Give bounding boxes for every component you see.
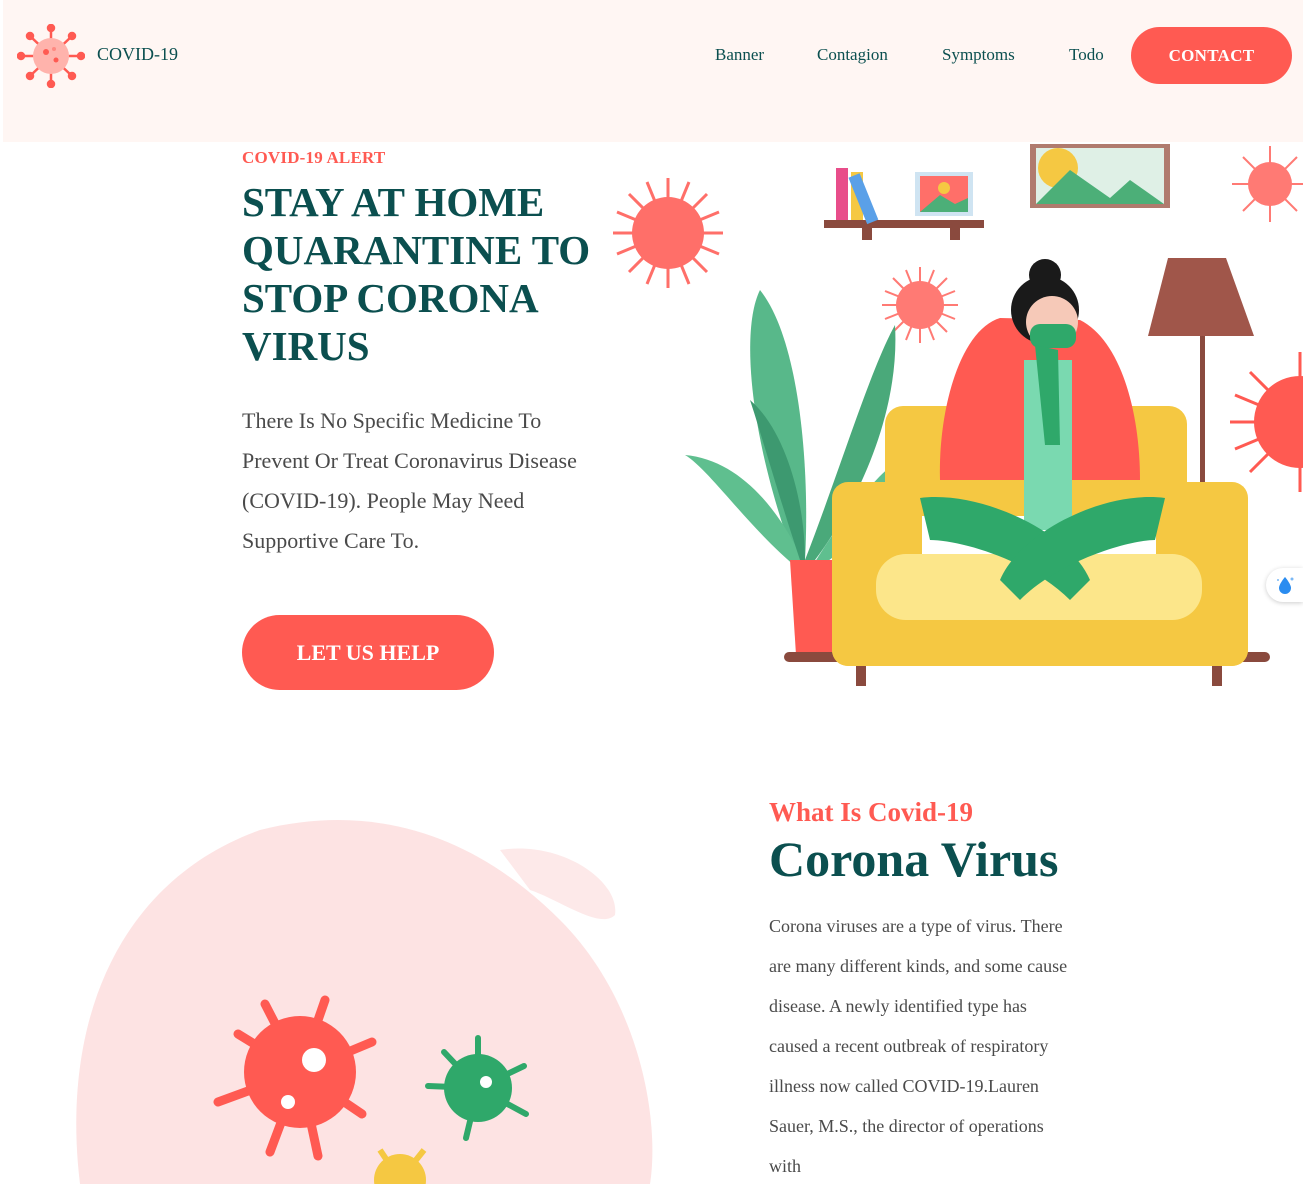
hero-eyebrow: COVID-19 ALERT — [242, 148, 386, 167]
nav-todo[interactable]: Todo — [1069, 45, 1104, 65]
about-description: Corona viruses are a type of virus. Ther… — [769, 916, 1068, 1176]
about-eyebrow: What Is Covid-19 — [769, 797, 974, 827]
nav-contagion[interactable]: Contagion — [817, 45, 888, 65]
virus-decoration — [1230, 352, 1303, 492]
virus-decoration — [613, 178, 723, 288]
let-us-help-button[interactable]: LET US HELP — [242, 615, 494, 690]
logo-text[interactable]: COVID-19 — [97, 44, 178, 65]
virus-decoration — [1232, 146, 1303, 222]
contact-button[interactable]: CONTACT — [1131, 27, 1292, 84]
virus-logo-icon[interactable] — [17, 24, 85, 88]
nav-symptoms[interactable]: Symptoms — [942, 45, 1015, 65]
quarantine-illustration — [613, 144, 1303, 686]
site-header: COVID-19 Banner Contagion Symptoms Todo … — [3, 0, 1303, 142]
nav-banner[interactable]: Banner — [715, 45, 764, 65]
hero-title: STAY AT HOME QUARANTINE TO STOP CORONA V… — [242, 179, 591, 369]
water-drop-icon[interactable] — [1266, 568, 1303, 602]
hero-description: There Is No Specific Medicine To Prevent… — [242, 408, 577, 553]
about-title: Corona Virus — [769, 831, 1059, 887]
virus-cells-illustration — [76, 820, 653, 1184]
